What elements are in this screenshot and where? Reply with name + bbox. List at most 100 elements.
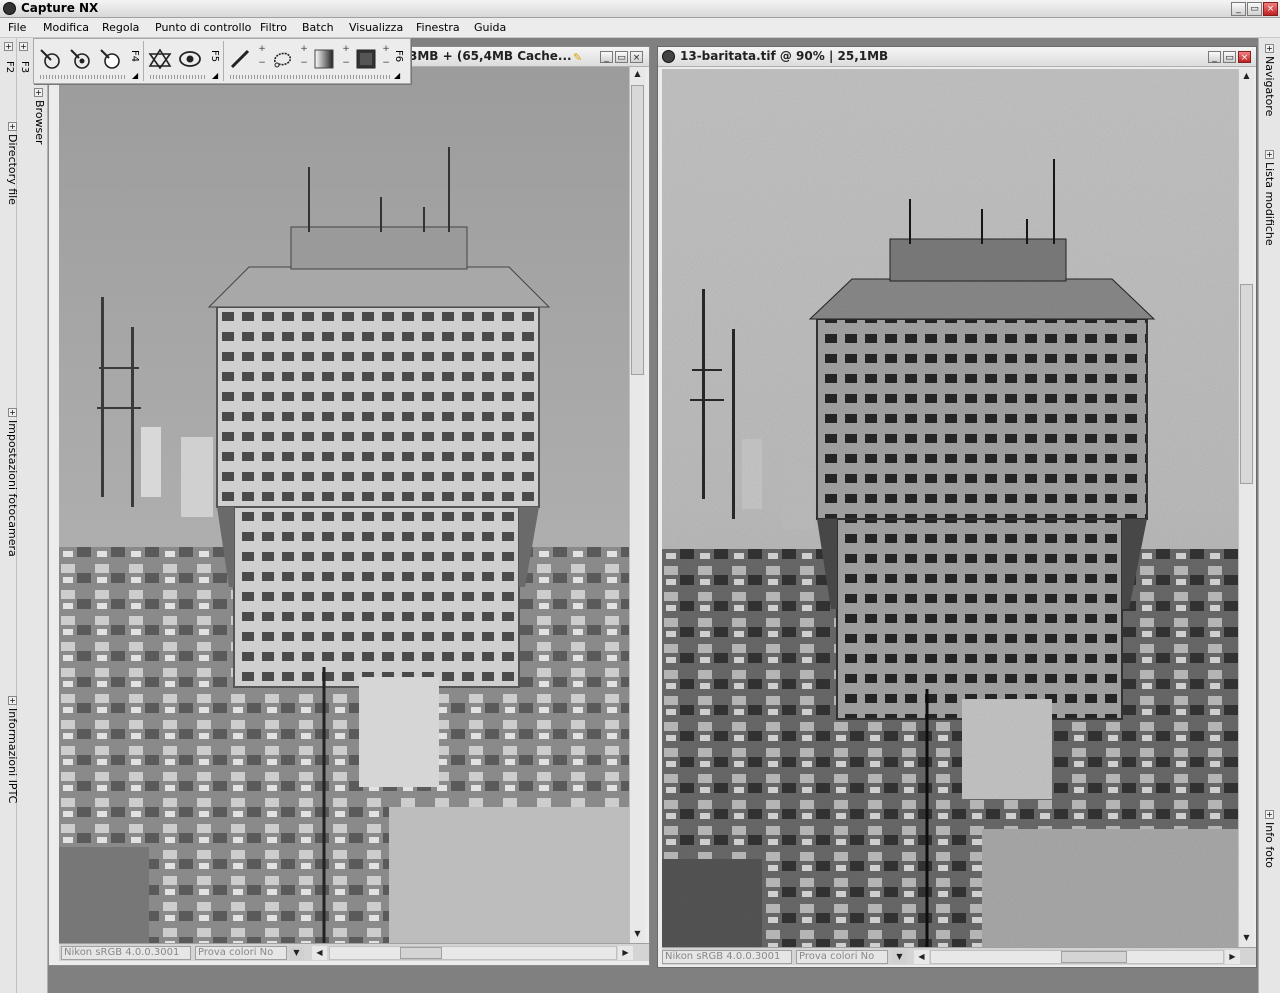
right-vertical-scrollbar[interactable]: ▲ ▼ xyxy=(1238,69,1254,947)
minimize-left-window-button[interactable]: _ xyxy=(600,51,613,63)
toolbar-grip[interactable] xyxy=(40,75,126,79)
minimize-app-button[interactable]: _ xyxy=(1231,2,1246,16)
app-logo-icon xyxy=(3,2,16,15)
brush-tool[interactable] xyxy=(228,47,252,71)
right-proof-dropdown-icon[interactable]: ▼ xyxy=(892,950,907,964)
scroll-right-icon[interactable]: ▶ xyxy=(1225,950,1240,964)
restore-app-button[interactable]: ▭ xyxy=(1247,2,1262,16)
menu-filtro[interactable]: Filtro xyxy=(260,20,287,36)
app-title: Capture NX xyxy=(21,1,99,15)
menu-modifica[interactable]: Modifica xyxy=(43,20,89,36)
scroll-up-icon[interactable]: ▲ xyxy=(630,67,645,82)
f6-key-label[interactable]: F6 xyxy=(392,41,404,71)
left-vertical-scroll-thumb[interactable] xyxy=(631,85,644,375)
brush-plus-icon[interactable]: + xyxy=(258,45,266,54)
menu-regola[interactable]: Regola xyxy=(102,20,139,36)
close-right-window-button[interactable]: × xyxy=(1238,51,1251,63)
crop-tool[interactable] xyxy=(148,47,172,71)
tab-navigatore[interactable]: Navigatore xyxy=(1263,56,1276,116)
f5-key-label[interactable]: F5 xyxy=(208,41,220,71)
toolbar-grip[interactable] xyxy=(230,75,390,79)
menu-file[interactable]: File xyxy=(8,20,26,36)
f2-key-label[interactable]: F2 xyxy=(3,52,15,82)
image-window-right-title: 13-baritata.tif @ 90% | 25,1MB xyxy=(680,49,889,63)
directory-expand-icon[interactable]: + xyxy=(8,122,17,131)
red-eye-icon xyxy=(179,51,201,67)
gradient-minus-icon[interactable]: − xyxy=(342,59,350,68)
maximize-right-window-button[interactable]: ▭ xyxy=(1223,51,1236,63)
scroll-down-icon[interactable]: ▼ xyxy=(1239,931,1254,946)
image-canvas-left[interactable] xyxy=(59,67,629,943)
f3-key-label[interactable]: F3 xyxy=(18,52,30,82)
close-app-button[interactable]: × xyxy=(1263,2,1278,16)
left-proof-dropdown-icon[interactable]: ▼ xyxy=(289,946,304,960)
image-canvas-right[interactable] xyxy=(662,69,1238,947)
tab-lista-modifiche[interactable]: Lista modifiche xyxy=(1263,162,1276,246)
left-horizontal-scrollbar[interactable] xyxy=(329,946,617,960)
white-point-tool[interactable] xyxy=(98,47,122,71)
left-status-bar: Nikon sRGB 4.0.0.3001 Prova colori No ▼ … xyxy=(59,943,649,961)
menu-batch[interactable]: Batch xyxy=(302,20,334,36)
right-horizontal-scrollbar[interactable] xyxy=(930,950,1224,964)
close-left-window-button[interactable]: × xyxy=(630,51,643,63)
scroll-down-icon[interactable]: ▼ xyxy=(630,927,645,942)
fill-minus-icon[interactable]: − xyxy=(382,59,390,68)
menu-visualizza[interactable]: Visualizza xyxy=(349,20,403,36)
scroll-left-icon[interactable]: ◀ xyxy=(914,950,929,964)
gradient-plus-icon[interactable]: + xyxy=(342,45,350,54)
f6-expand-arrow-icon[interactable]: ◢ xyxy=(394,71,400,80)
brush-minus-icon[interactable]: − xyxy=(258,59,266,68)
velasca-tower-photo-left xyxy=(59,67,629,943)
f3-expand-icon[interactable]: + xyxy=(19,42,28,51)
menu-punto-di-controllo[interactable]: Punto di controllo xyxy=(155,20,251,36)
left-soft-proof-status: Prova colori No xyxy=(195,946,287,960)
gradient-tool[interactable] xyxy=(312,47,336,71)
red-eye-point-tool[interactable] xyxy=(68,47,92,71)
menu-finestra[interactable]: Finestra xyxy=(416,20,460,36)
tab-impostazioni-fotocamera[interactable]: Impostazioni fotocamera xyxy=(6,420,19,557)
left-horizontal-scroll-thumb[interactable] xyxy=(400,947,442,959)
f5-expand-arrow-icon[interactable]: ◢ xyxy=(212,71,218,80)
scroll-left-icon[interactable]: ◀ xyxy=(312,946,327,960)
right-dock: + Navigatore + Lista modifiche + Info fo… xyxy=(1258,38,1280,993)
f4-expand-arrow-icon[interactable]: ◢ xyxy=(132,71,138,80)
right-color-profile: Nikon sRGB 4.0.0.3001 xyxy=(662,950,792,964)
minimize-right-window-button[interactable]: _ xyxy=(1208,51,1221,63)
image-window-left-title: 3MB + (65,4MB Cache... xyxy=(409,49,572,63)
red-eye-tool[interactable] xyxy=(178,47,202,71)
right-horizontal-scroll-thumb[interactable] xyxy=(1061,951,1127,963)
maximize-left-window-button[interactable]: ▭ xyxy=(615,51,628,63)
edit-list-expand-icon[interactable]: + xyxy=(1265,150,1274,159)
navigator-expand-icon[interactable]: + xyxy=(1265,44,1274,53)
lasso-plus-icon[interactable]: + xyxy=(300,45,308,54)
right-vertical-scroll-thumb[interactable] xyxy=(1240,284,1253,484)
fill-tool[interactable] xyxy=(354,47,378,71)
browser-expand-icon[interactable]: + xyxy=(34,88,43,97)
tab-informazioni-iptc[interactable]: Informazioni IPTC xyxy=(6,708,19,803)
fill-icon xyxy=(356,49,376,69)
photo-info-expand-icon[interactable]: + xyxy=(1265,810,1274,819)
camera-settings-expand-icon[interactable]: + xyxy=(8,408,17,417)
tab-directory-file[interactable]: Directory file xyxy=(6,134,19,205)
brush-icon xyxy=(230,49,250,69)
left-color-profile: Nikon sRGB 4.0.0.3001 xyxy=(61,946,191,960)
tool-bar: F4 ◢ F5 ◢ + − + − + − + − F6 ◢ xyxy=(33,38,411,84)
f4-key-label[interactable]: F4 xyxy=(128,41,140,71)
control-point-tool[interactable] xyxy=(38,47,62,71)
menu-guida[interactable]: Guida xyxy=(474,20,506,36)
right-status-bar: Nikon sRGB 4.0.0.3001 Prova colori No ▼ … xyxy=(662,947,1256,965)
tab-info-foto[interactable]: Info foto xyxy=(1263,822,1276,868)
crop-icon xyxy=(148,48,172,70)
lasso-minus-icon[interactable]: − xyxy=(300,59,308,68)
left-vertical-scrollbar[interactable]: ▲ ▼ xyxy=(629,67,645,943)
f2-expand-icon[interactable]: + xyxy=(4,42,13,51)
menu-bar: File Modifica Regola Punto di controllo … xyxy=(0,18,1280,38)
toolbar-grip[interactable] xyxy=(150,75,206,79)
lasso-tool[interactable] xyxy=(270,47,294,71)
lasso-icon xyxy=(274,52,292,68)
iptc-expand-icon[interactable]: + xyxy=(8,696,17,705)
scroll-right-icon[interactable]: ▶ xyxy=(618,946,633,960)
fill-plus-icon[interactable]: + xyxy=(382,45,390,54)
scroll-up-icon[interactable]: ▲ xyxy=(1239,69,1254,84)
tab-browser[interactable]: Browser xyxy=(33,100,46,145)
